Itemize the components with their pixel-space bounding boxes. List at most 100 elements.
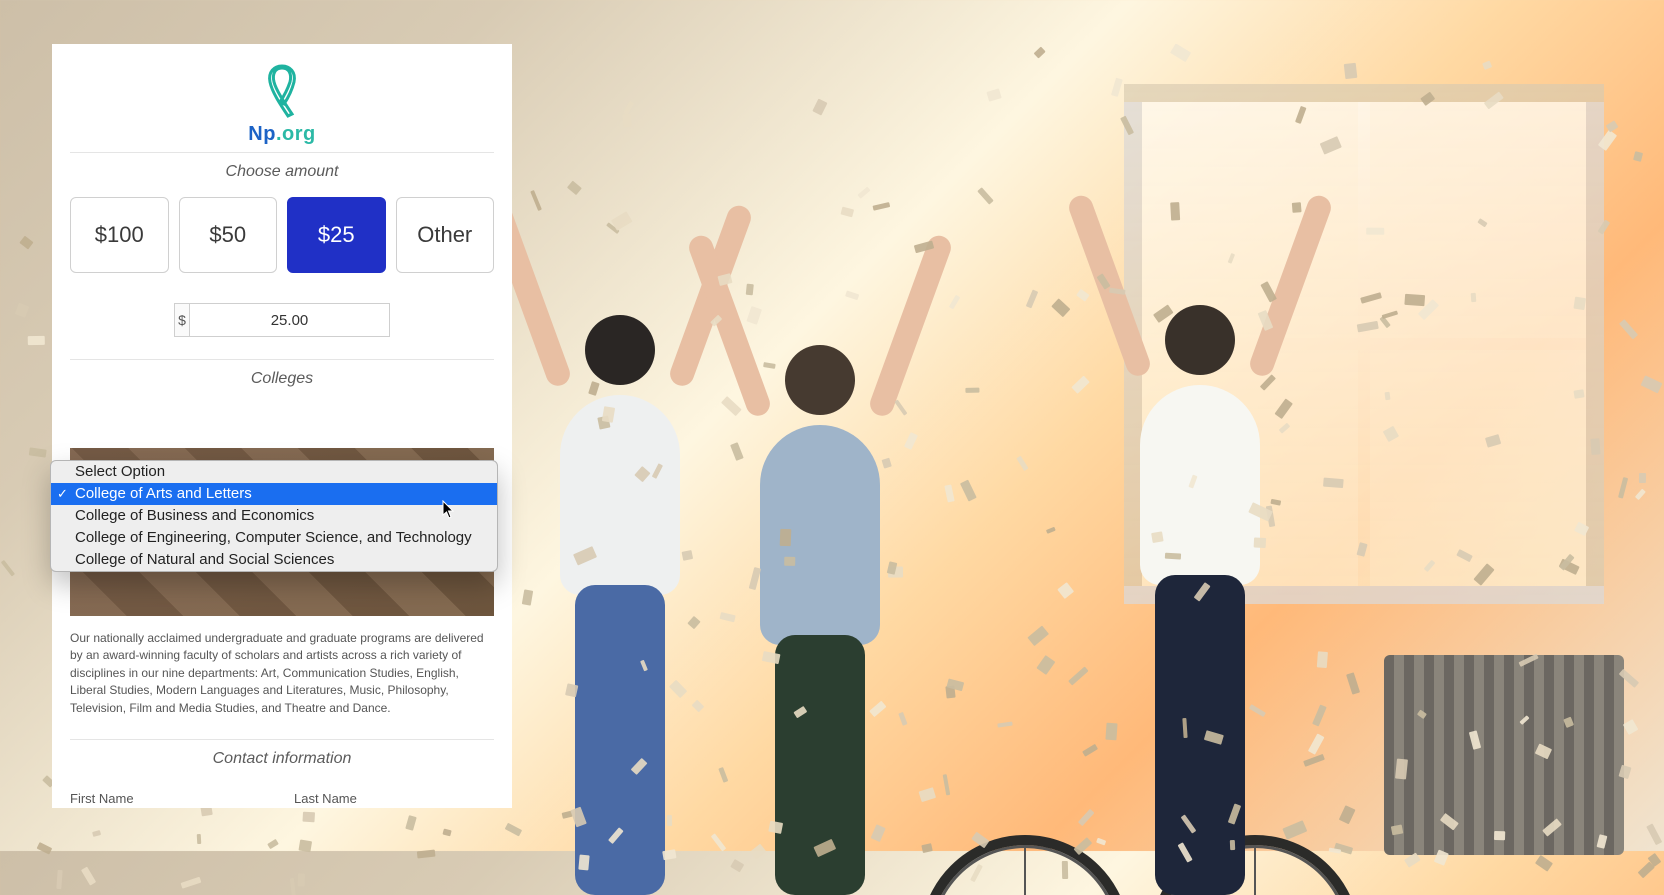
confetti-piece [1590,439,1600,455]
confetti-piece [681,550,693,561]
contact-heading: Contact information [70,740,494,780]
confetti-piece [904,432,918,450]
confetti-piece [1395,759,1408,780]
confetti-piece [1017,456,1029,471]
college-description: Our nationally acclaimed undergraduate a… [70,630,494,721]
confetti-piece [611,211,633,230]
amount-options: $100 $50 $25 Other [70,193,494,295]
dropdown-option-arts-letters[interactable]: ✓ College of Arts and Letters [51,483,497,505]
confetti-piece [1033,46,1046,59]
confetti-piece [406,815,418,831]
confetti-piece [1282,820,1307,839]
confetti-piece [1535,856,1553,872]
confetti-piece [667,815,672,826]
amount-option-25[interactable]: $25 [287,197,386,273]
confetti-piece [1308,733,1325,755]
confetti-piece [28,336,45,345]
confetti-piece [1151,531,1163,543]
last-name-label: Last Name [294,791,357,806]
confetti-piece [997,722,1013,728]
confetti-piece [960,480,977,501]
college-dropdown-popup: Select Option ✓ College of Arts and Lett… [50,460,498,572]
confetti-piece [717,273,732,286]
confetti-piece [1623,719,1638,735]
confetti-piece [1026,289,1039,308]
confetti-piece [1391,824,1403,835]
confetti-piece [944,484,954,502]
confetti-piece [1346,672,1360,694]
confetti-piece [1078,808,1095,826]
confetti-piece [780,529,791,546]
donation-form-card: Np.org Choose amount $100 $50 $25 Other … [52,44,512,808]
choose-amount-heading: Choose amount [70,153,494,193]
confetti-piece [1344,63,1357,80]
confetti-piece [1340,806,1356,825]
confetti-piece [303,812,316,822]
confetti-piece [1494,831,1505,841]
confetti-piece [1405,294,1425,307]
confetti-piece [1323,477,1344,487]
celebrating-person [760,345,880,895]
colleges-heading: Colleges [70,360,494,400]
confetti-piece [1292,203,1301,213]
check-icon: ✓ [57,484,68,504]
confetti-piece [1077,289,1090,302]
amount-option-other[interactable]: Other [396,197,495,273]
confetti-piece [1082,744,1098,757]
confetti-piece [267,838,279,848]
confetti-piece [1633,151,1643,162]
dropdown-option-natural-social-sciences[interactable]: College of Natural and Social Sciences [51,549,497,571]
confetti-piece [784,557,795,566]
confetti-piece [918,788,935,802]
confetti-piece [730,442,744,461]
org-logo: Np.org [52,62,512,152]
confetti-piece [1619,476,1629,498]
dropdown-option-business-economics[interactable]: College of Business and Economics [51,505,497,527]
confetti-piece [858,186,871,198]
confetti-piece [1385,392,1391,401]
ribbon-icon [262,64,302,120]
confetti-piece [745,283,753,295]
confetti-piece [987,89,1002,102]
confetti-piece [948,294,959,309]
confetti-piece [841,206,854,217]
confetti-piece [622,113,631,127]
confetti-piece [692,700,705,713]
confetti-piece [965,387,979,392]
confetti-piece [1170,202,1180,221]
confetti-piece [15,302,29,317]
confetti-piece [1170,44,1190,62]
confetti-piece [1619,319,1637,339]
confetti-piece [36,842,52,854]
confetti-piece [1482,60,1492,69]
confetti-piece [1647,823,1663,844]
radiator-decor [1384,655,1624,855]
confetti-piece [1046,527,1055,534]
confetti-piece [1303,754,1325,767]
confetti-piece [1253,538,1265,548]
confetti-piece [872,202,890,210]
custom-amount-input[interactable] [190,304,389,336]
confetti-piece [746,306,761,325]
confetti-piece [718,767,728,783]
confetti-piece [894,399,907,416]
confetti-piece [1037,655,1056,675]
confetti-piece [530,190,542,211]
amount-option-100[interactable]: $100 [70,197,169,273]
confetti-piece [1028,626,1050,647]
dropdown-option-placeholder[interactable]: Select Option [51,461,497,483]
confetti-piece [730,859,744,872]
confetti-piece [19,236,33,250]
amount-input-group: $ [174,303,390,337]
confetti-piece [978,188,994,205]
confetti-piece [442,829,452,837]
confetti-piece [1329,848,1341,854]
confetti-piece [1573,297,1585,310]
dropdown-option-engineering-cs-tech[interactable]: College of Engineering, Computer Science… [51,527,497,549]
confetti-piece [1051,298,1070,317]
confetti-piece [1312,704,1326,726]
amount-option-50[interactable]: $50 [179,197,278,273]
confetti-piece [565,683,578,697]
confetti-piece [1058,582,1075,599]
confetti-piece [1106,722,1118,739]
